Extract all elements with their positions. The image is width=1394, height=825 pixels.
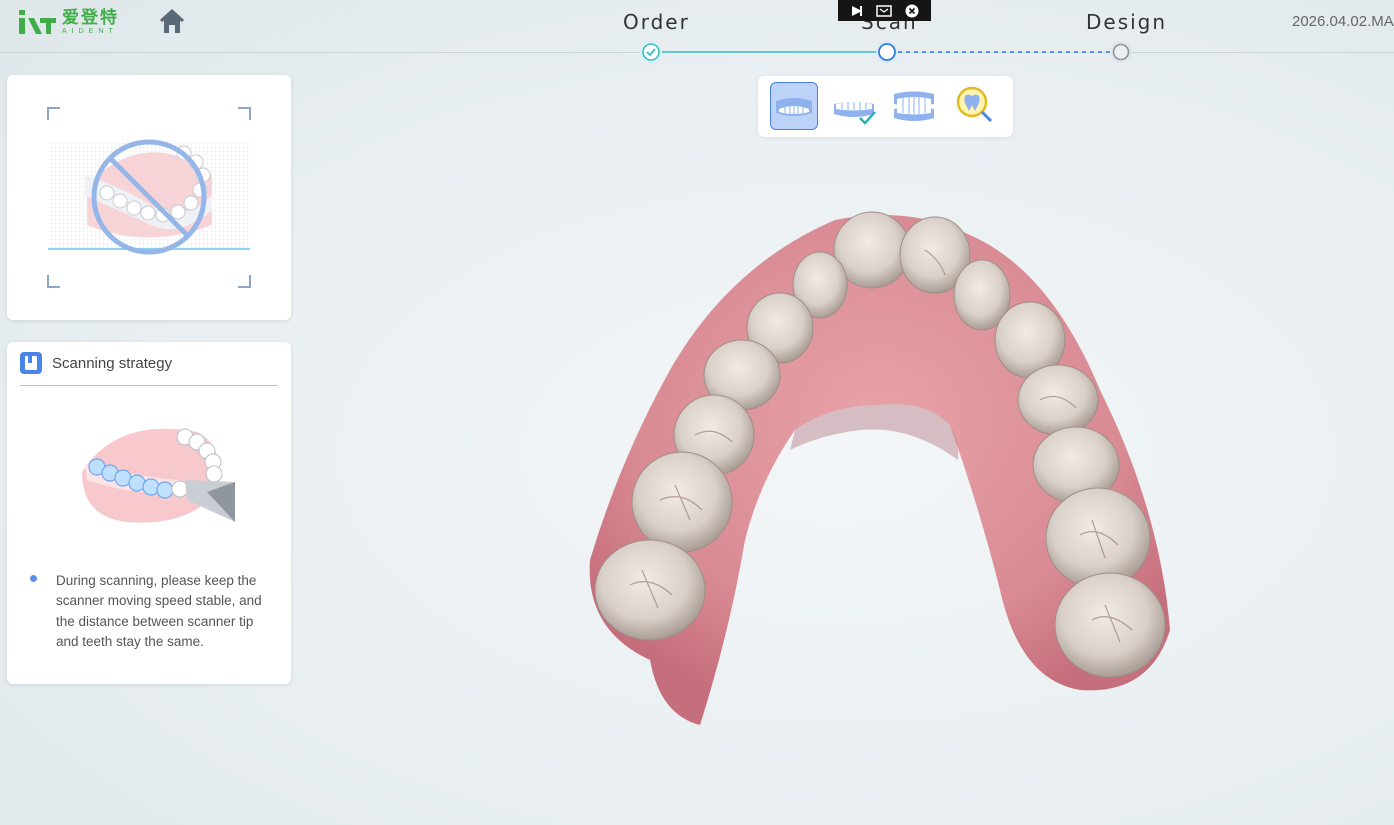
step-order-node[interactable] — [640, 41, 662, 63]
cursor-icon[interactable] — [850, 4, 864, 18]
bite-view-button[interactable] — [890, 82, 938, 130]
strategy-tip: During scanning, please keep the scanner… — [56, 573, 262, 649]
floating-window-toolbar — [838, 0, 931, 21]
tooth-inspect-icon — [956, 86, 993, 123]
book-icon — [20, 352, 42, 374]
upper-jaw-icon — [776, 98, 812, 116]
no-scan-icon — [47, 107, 251, 288]
check-circle-icon — [642, 43, 660, 61]
strategy-header: Scanning strategy — [20, 352, 278, 386]
bullet-dot — [30, 575, 37, 582]
current-step-icon — [878, 43, 896, 61]
scanning-strategy-card: Scanning strategy During scanning, pleas… — [7, 342, 291, 684]
bite-icon — [894, 91, 934, 121]
lower-jaw-check-icon — [834, 102, 876, 125]
step-design-node[interactable] — [1110, 41, 1132, 63]
upper-jaw-view-button[interactable] — [770, 82, 818, 130]
dental-scan-model[interactable] — [580, 210, 1180, 735]
lower-jaw-view-button[interactable] — [830, 82, 878, 130]
step-scan-node[interactable] — [876, 41, 898, 63]
screen-icon[interactable] — [876, 4, 893, 17]
strategy-title: Scanning strategy — [52, 355, 173, 372]
close-icon[interactable] — [905, 4, 919, 18]
scan-preview-card — [7, 75, 291, 320]
workflow-progress — [662, 51, 1110, 53]
scan-strategy-illustration — [82, 428, 235, 523]
tooth-inspect-button[interactable] — [950, 82, 998, 130]
view-toolbar — [758, 76, 1013, 137]
pending-step-icon — [1112, 43, 1130, 61]
